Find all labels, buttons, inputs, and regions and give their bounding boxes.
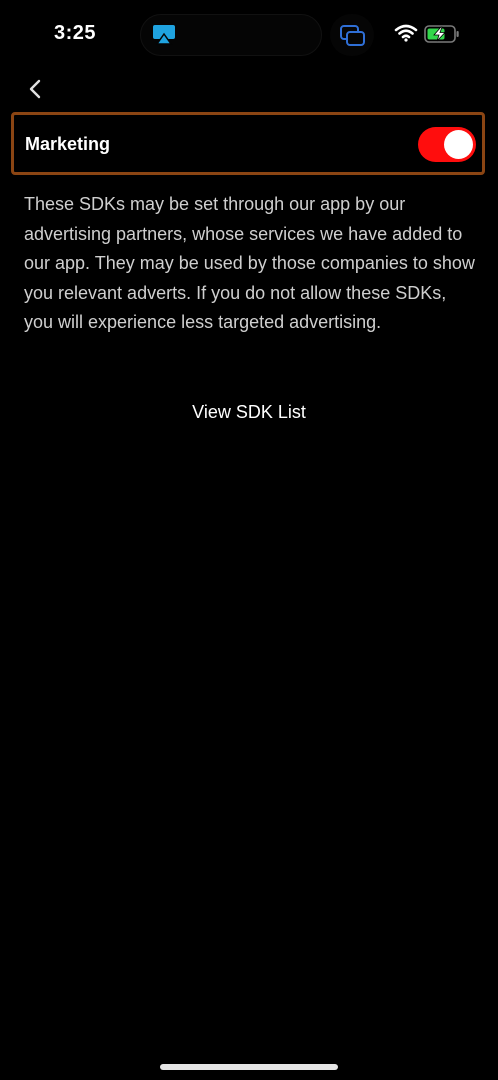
airplay-icon	[153, 25, 175, 45]
home-indicator[interactable]	[160, 1064, 338, 1070]
back-button[interactable]	[20, 74, 50, 104]
toggle-knob	[444, 130, 473, 159]
marketing-label: Marketing	[25, 134, 111, 154]
chevron-left-icon	[29, 79, 41, 99]
marketing-setting-row[interactable]: Marketing	[11, 112, 485, 175]
screen-mirror-icon	[340, 25, 365, 46]
wifi-icon	[394, 24, 418, 42]
battery-charging-icon	[424, 25, 459, 43]
status-time: 3:25	[54, 22, 97, 44]
status-bar: 3:25	[0, 0, 498, 70]
view-sdk-list-link[interactable]: View SDK List	[0, 402, 498, 423]
marketing-description: These SDKs may be set through our app by…	[24, 194, 475, 332]
marketing-toggle[interactable]	[418, 127, 476, 162]
